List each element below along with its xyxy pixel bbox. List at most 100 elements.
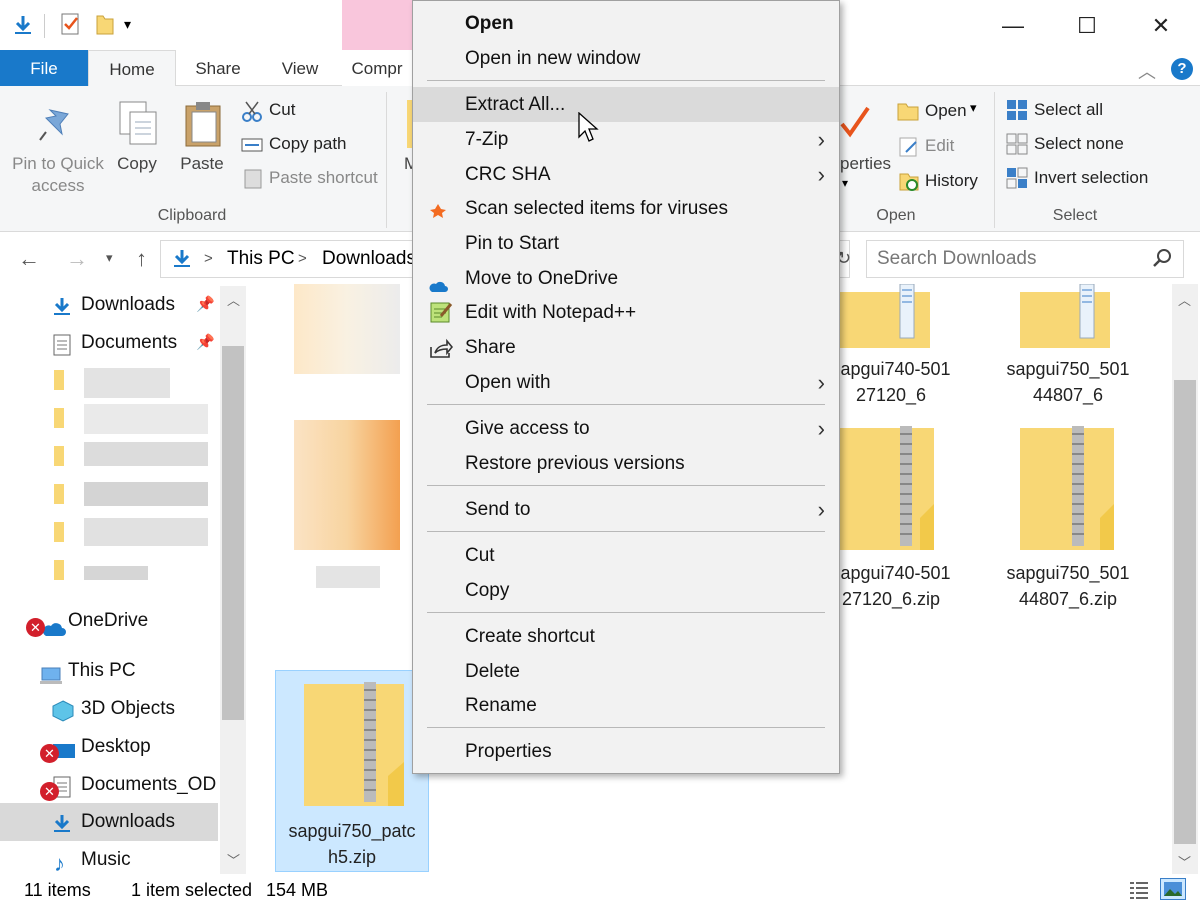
menu-item-cut[interactable]: Cut <box>413 538 839 573</box>
downloads-location-icon <box>172 248 192 275</box>
tab-share[interactable]: Share <box>182 50 254 87</box>
menu-item-edit-with-notepad[interactable]: Edit with Notepad++ <box>413 295 839 330</box>
menu-item-copy[interactable]: Copy <box>413 573 839 608</box>
folder-icon[interactable] <box>840 283 936 353</box>
sidebar-item-label: Downloads <box>81 811 175 832</box>
forward-arrow-icon[interactable]: → <box>66 246 88 272</box>
menu-item-create-shortcut[interactable]: Create shortcut <box>413 619 839 654</box>
menu-separator <box>427 727 825 728</box>
new-folder-icon[interactable] <box>94 12 116 42</box>
menu-item-send-to[interactable]: Send to › <box>413 492 839 527</box>
zip-folder-icon[interactable] <box>304 680 408 813</box>
cut-button[interactable]: Cut <box>269 97 295 123</box>
zip-folder-icon[interactable] <box>840 424 940 559</box>
sidebar-item-label: Downloads <box>81 294 175 315</box>
menu-item-label: 7-Zip <box>465 129 509 150</box>
recent-locations-icon[interactable]: ▾ <box>106 250 113 266</box>
menu-item-crc-sha[interactable]: CRC SHA › <box>413 157 839 192</box>
content-scroll-thumb[interactable] <box>1174 380 1196 844</box>
chevron-down-icon[interactable]: ▾ <box>842 176 848 190</box>
zip-folder-icon[interactable] <box>1020 424 1120 559</box>
breadcrumb-chevron-icon[interactable]: > <box>298 250 307 267</box>
menu-item-give-access-to[interactable]: Give access to › <box>413 411 839 446</box>
scroll-down-icon[interactable]: ﹀ <box>1178 852 1191 871</box>
sidebar-item-documents-od[interactable]: ✕ Documents_OD <box>0 766 218 804</box>
details-view-icon[interactable] <box>1128 880 1150 905</box>
scroll-down-icon[interactable]: ﹀ <box>227 850 240 869</box>
pin-icon[interactable]: 📌 <box>196 324 215 362</box>
sidebar-item-desktop[interactable]: ✕ Desktop <box>0 728 218 766</box>
customize-dropdown-icon[interactable]: ▾ <box>124 16 131 33</box>
sidebar-item-downloads-quick[interactable]: Downloads 📌 <box>0 286 218 324</box>
properties-icon <box>840 104 870 149</box>
menu-item-open-in-new-window[interactable]: Open in new window <box>413 41 839 76</box>
select-group-label: Select <box>1052 207 1098 224</box>
selection-size: 154 MB <box>266 880 329 900</box>
edit-button[interactable]: Edit <box>925 133 954 159</box>
breadcrumb-this-pc[interactable]: This PC <box>227 248 295 270</box>
folder-icon <box>54 408 64 428</box>
menu-item-label: Send to <box>465 499 531 520</box>
sidebar-scroll-thumb[interactable] <box>222 346 244 720</box>
menu-item-rename[interactable]: Rename <box>413 688 839 723</box>
breadcrumb-downloads[interactable]: Downloads <box>322 248 416 270</box>
tab-compressed-tools[interactable]: Compr <box>342 50 412 87</box>
menu-item-label: Edit with Notepad++ <box>465 302 637 323</box>
sync-error-icon: ✕ <box>40 782 59 801</box>
maximize-button[interactable]: ☐ <box>1064 8 1110 44</box>
menu-item-pin-to-start[interactable]: Pin to Start <box>413 226 839 261</box>
paste-shortcut-button[interactable]: Paste shortcut <box>269 165 378 191</box>
properties-button[interactable]: perties <box>840 153 891 175</box>
menu-item-open[interactable]: Open <box>413 6 839 41</box>
close-button[interactable]: ✕ <box>1138 8 1184 44</box>
up-arrow-icon[interactable]: ↑ <box>136 246 147 272</box>
sidebar-item-this-pc[interactable]: This PC <box>0 652 218 690</box>
paste-button[interactable]: Paste <box>174 153 230 175</box>
copy-button[interactable]: Copy <box>110 153 164 175</box>
copy-path-button[interactable]: Copy path <box>269 131 347 157</box>
menu-item-extract-all[interactable]: Extract All... <box>413 87 839 122</box>
open-button[interactable]: Open <box>925 98 967 124</box>
menu-item-label: Copy <box>465 580 510 601</box>
minimize-button[interactable]: — <box>990 8 1036 44</box>
menu-item-properties[interactable]: Properties <box>413 734 839 769</box>
menu-item-7zip[interactable]: 7-Zip › <box>413 122 839 157</box>
invert-selection-button[interactable]: Invert selection <box>1034 165 1148 191</box>
menu-item-restore-previous-versions[interactable]: Restore previous versions <box>413 446 839 481</box>
tab-file[interactable]: File <box>0 50 88 87</box>
scroll-up-icon[interactable]: ︿ <box>1178 290 1191 309</box>
help-icon[interactable]: ? <box>1171 58 1193 80</box>
folder-icon[interactable] <box>1020 283 1116 353</box>
copy-path-icon <box>241 137 263 158</box>
history-button[interactable]: History <box>925 168 978 194</box>
sidebar-item-music[interactable]: ♪ Music <box>0 841 218 879</box>
breadcrumb-chevron-icon[interactable]: > <box>204 250 213 267</box>
pin-to-quick-access-button[interactable]: Pin to Quick access <box>6 153 110 197</box>
sidebar-item-3d-objects[interactable]: 3D Objects <box>0 690 218 728</box>
sidebar-item-documents-quick[interactable]: Documents 📌 <box>0 324 218 362</box>
select-none-button[interactable]: Select none <box>1034 131 1124 157</box>
back-arrow-icon[interactable]: ← <box>18 246 40 272</box>
menu-item-open-with[interactable]: Open with › <box>413 365 839 400</box>
sidebar-item-label: Documents <box>81 332 178 353</box>
open-dropdown-icon[interactable]: ▾ <box>970 100 977 116</box>
tab-home[interactable]: Home <box>88 50 176 87</box>
menu-item-label: Properties <box>465 741 552 762</box>
pin-icon[interactable]: 📌 <box>196 286 215 324</box>
menu-item-scan-viruses[interactable]: Scan selected items for viruses <box>413 191 839 226</box>
submenu-arrow-icon: › <box>817 162 825 187</box>
menu-item-move-to-onedrive[interactable]: Move to OneDrive <box>413 261 839 296</box>
sidebar-item-onedrive[interactable]: ✕ OneDrive <box>0 602 218 640</box>
properties-check-icon[interactable] <box>60 12 82 42</box>
tab-view[interactable]: View <box>264 50 336 87</box>
scroll-up-icon[interactable]: ︿ <box>227 290 240 309</box>
sidebar-item-downloads-pc[interactable]: Downloads <box>0 803 218 841</box>
large-icons-view-icon[interactable] <box>1160 878 1186 900</box>
collapse-ribbon-icon[interactable]: ︿ <box>1138 58 1156 84</box>
select-all-button[interactable]: Select all <box>1034 97 1103 123</box>
menu-item-label: Give access to <box>465 418 590 439</box>
search-icon[interactable] <box>1152 248 1172 273</box>
menu-item-delete[interactable]: Delete <box>413 654 839 689</box>
menu-item-share[interactable]: Share <box>413 330 839 365</box>
submenu-arrow-icon: › <box>817 416 825 441</box>
